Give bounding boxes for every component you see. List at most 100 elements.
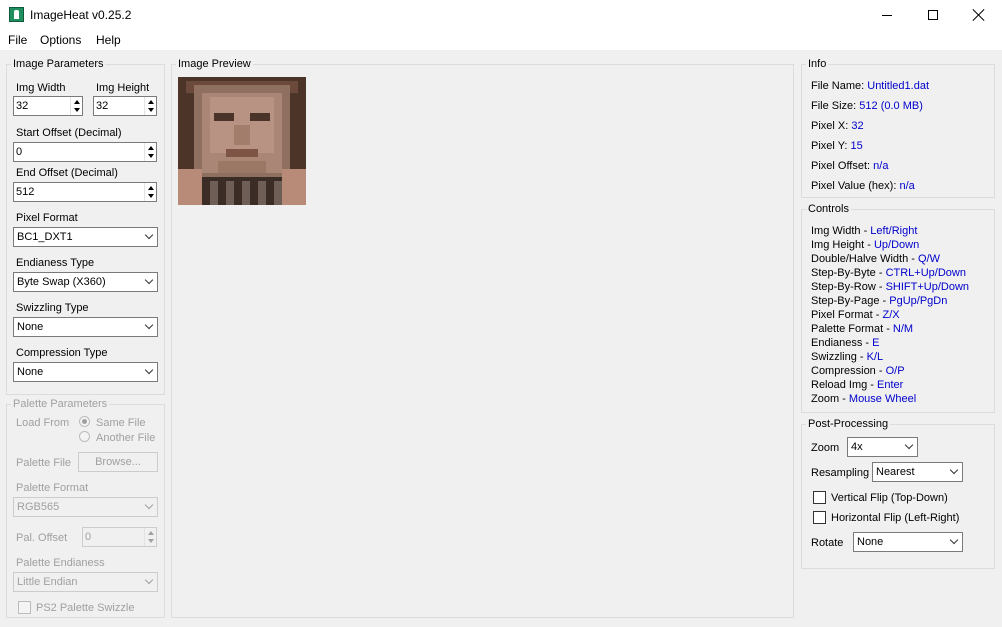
- control-key: PgUp/PgDn: [889, 295, 948, 307]
- end-offset-arrows[interactable]: [144, 183, 156, 201]
- resampling-select[interactable]: Nearest: [872, 462, 963, 482]
- pal-offset-arrows[interactable]: [144, 528, 156, 546]
- zoom-label: Zoom: [811, 442, 840, 454]
- menu-file[interactable]: File: [8, 33, 27, 47]
- resampling-label: Resampling: [811, 467, 870, 479]
- img-width-spinner[interactable]: 32: [13, 96, 83, 116]
- info-pixel-value: Pixel Value (hex): n/a: [811, 180, 915, 192]
- control-key: Enter: [877, 379, 904, 391]
- zoom-value: 4x: [851, 441, 863, 453]
- end-offset-spinner[interactable]: 512: [13, 182, 157, 202]
- image-preview-title: Image Preview: [176, 58, 253, 70]
- control-label: Zoom -: [811, 393, 849, 405]
- control-label: Double/Halve Width -: [811, 253, 918, 265]
- preview-image[interactable]: [178, 77, 306, 205]
- endianess-select[interactable]: Byte Swap (X360): [13, 272, 158, 292]
- same-file-label: Same File: [96, 417, 146, 429]
- control-label: Endianess -: [811, 337, 873, 349]
- control-label: Img Height -: [811, 239, 874, 251]
- palette-format-select[interactable]: RGB565: [13, 497, 158, 517]
- another-file-label: Another File: [96, 432, 156, 444]
- pal-offset-spinner[interactable]: 0: [82, 527, 157, 547]
- control-key: SHIFT+Up/Down: [885, 281, 970, 293]
- pixel-format-select[interactable]: BC1_DXT1: [13, 227, 158, 247]
- title-bar[interactable]: ImageHeat v0.25.2: [0, 0, 1002, 30]
- preview-face-image: [178, 77, 306, 205]
- start-offset-arrows[interactable]: [144, 143, 156, 161]
- control-key: Q/W: [918, 253, 940, 265]
- close-button[interactable]: [956, 0, 1002, 30]
- control-row: Double/Halve Width - Q/W: [811, 253, 940, 265]
- control-row: Pixel Format - Z/X: [811, 309, 900, 321]
- info-label: Pixel X:: [811, 120, 852, 132]
- window-title: ImageHeat v0.25.2: [30, 8, 132, 22]
- control-row: Img Width - Left/Right: [811, 225, 917, 237]
- control-label: Step-By-Page -: [811, 295, 890, 307]
- control-key: Mouse Wheel: [848, 393, 917, 405]
- chevron-down-icon: [949, 465, 959, 475]
- chevron-down-icon: [144, 575, 154, 585]
- chevron-down-icon: [144, 275, 154, 285]
- pixel-format-value: BC1_DXT1: [17, 231, 73, 243]
- palette-format-label: Palette Format: [16, 482, 89, 494]
- menu-help[interactable]: Help: [96, 33, 121, 47]
- menu-options[interactable]: Options: [40, 33, 81, 47]
- info-title: Info: [806, 58, 829, 70]
- ps2-palette-swizzle-checkbox[interactable]: [18, 601, 31, 614]
- endianess-value: Byte Swap (X360): [17, 276, 106, 288]
- img-width-arrows[interactable]: [70, 97, 82, 115]
- info-label: Pixel Value (hex):: [811, 180, 900, 192]
- control-key: Up/Down: [873, 239, 920, 251]
- control-key: O/P: [885, 365, 905, 377]
- compression-select[interactable]: None: [13, 362, 158, 382]
- img-height-arrows[interactable]: [144, 97, 156, 115]
- swizzling-value: None: [17, 321, 44, 333]
- rotate-select[interactable]: None: [853, 532, 963, 552]
- controls-title: Controls: [806, 203, 851, 215]
- pal-offset-label: Pal. Offset: [16, 532, 68, 544]
- control-label: Pixel Format -: [811, 309, 883, 321]
- control-label: Reload Img -: [811, 379, 878, 391]
- compression-value: None: [17, 366, 44, 378]
- spin-up-icon: [148, 531, 154, 535]
- control-key: N/M: [892, 323, 914, 335]
- spin-up-icon: [74, 100, 80, 104]
- info-value: Untitled1.dat: [867, 80, 930, 92]
- control-row: Swizzling - K/L: [811, 351, 883, 363]
- post-processing-title: Post-Processing: [806, 418, 891, 430]
- same-file-radio[interactable]: [79, 416, 90, 427]
- app-icon: [9, 7, 24, 22]
- start-offset-spinner[interactable]: 0: [13, 142, 157, 162]
- info-value: 15: [850, 140, 863, 152]
- zoom-select[interactable]: 4x: [847, 437, 918, 457]
- control-row: Endianess - E: [811, 337, 880, 349]
- pal-offset-value: 0: [85, 531, 92, 543]
- control-row: Palette Format - N/M: [811, 323, 913, 335]
- browse-button[interactable]: Browse...: [78, 452, 158, 472]
- maximize-button[interactable]: [910, 0, 956, 30]
- minimize-button[interactable]: [864, 0, 910, 30]
- another-file-radio[interactable]: [79, 431, 90, 442]
- end-offset-value: 512: [16, 186, 35, 198]
- info-value: 32: [851, 120, 864, 132]
- swizzling-select[interactable]: None: [13, 317, 158, 337]
- control-label: Palette Format -: [811, 323, 893, 335]
- load-from-label: Load From: [16, 417, 70, 429]
- control-key: Z/X: [882, 309, 900, 321]
- horizontal-flip-label: Horizontal Flip (Left-Right): [831, 512, 960, 524]
- info-label: Pixel Offset:: [811, 160, 874, 172]
- control-row: Zoom - Mouse Wheel: [811, 393, 916, 405]
- img-height-spinner[interactable]: 32: [93, 96, 157, 116]
- vertical-flip-checkbox[interactable]: [813, 491, 826, 504]
- info-value: n/a: [873, 160, 889, 172]
- spin-down-icon: [148, 108, 154, 112]
- palette-endianess-value: Little Endian: [17, 576, 78, 588]
- info-value: n/a: [899, 180, 915, 192]
- palette-endianess-select[interactable]: Little Endian: [13, 572, 158, 592]
- control-label: Img Width -: [811, 225, 871, 237]
- pixel-format-label: Pixel Format: [16, 212, 78, 224]
- control-row: Compression - O/P: [811, 365, 905, 377]
- horizontal-flip-checkbox[interactable]: [813, 511, 826, 524]
- info-label: Pixel Y:: [811, 140, 851, 152]
- spin-down-icon: [148, 154, 154, 158]
